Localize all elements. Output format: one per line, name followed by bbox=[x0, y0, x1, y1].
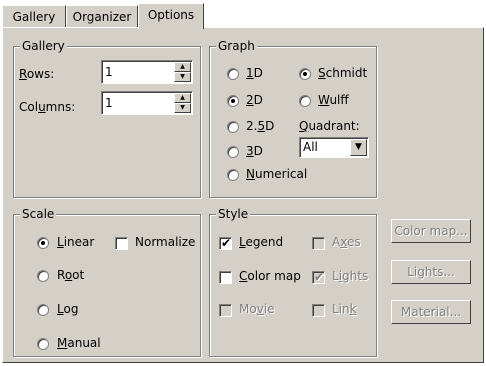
style-group-title: Style bbox=[216, 206, 251, 222]
tab-organizer[interactable]: Organizer bbox=[66, 5, 138, 27]
scale-manual-radio[interactable] bbox=[37, 338, 49, 350]
tab-gallery-label: Gallery bbox=[12, 10, 56, 24]
rows-stepper[interactable]: 1 ▲ ▼ bbox=[101, 60, 193, 84]
movie-checkbox[interactable] bbox=[219, 304, 232, 317]
lights-label: Lights bbox=[332, 269, 369, 283]
graph-1d-label: 1D bbox=[246, 66, 263, 80]
scale-linear-radio[interactable] bbox=[37, 237, 49, 249]
quadrant-label: Quadrant: bbox=[299, 119, 360, 133]
graph-numerical-radio[interactable] bbox=[227, 169, 239, 181]
legend-checkbox[interactable]: ✔ bbox=[219, 236, 232, 250]
graph-wulff-label: Wulff bbox=[318, 93, 349, 107]
columns-value: 1 bbox=[105, 96, 113, 110]
spin-down-arrow-icon[interactable]: ▼ bbox=[174, 103, 191, 113]
columns-stepper[interactable]: 1 ▲ ▼ bbox=[101, 91, 193, 115]
graph-schmidt-radio[interactable] bbox=[299, 68, 311, 80]
scale-root-label: Root bbox=[57, 268, 85, 282]
gallery-group-title: Gallery bbox=[20, 38, 67, 54]
color-map-checkbox[interactable] bbox=[219, 271, 232, 284]
checkmark-icon: ✔ bbox=[314, 270, 325, 284]
scale-manual-label: Manual bbox=[57, 336, 101, 350]
columns-label: Columns: bbox=[19, 100, 76, 114]
graph-wulff-radio[interactable] bbox=[299, 95, 311, 107]
movie-label: Movie bbox=[239, 302, 275, 316]
dropdown-arrow-icon[interactable]: ▼ bbox=[350, 139, 367, 156]
tab-gallery[interactable]: Gallery bbox=[2, 5, 66, 27]
graph-numerical-label: Numerical bbox=[246, 167, 308, 181]
rows-label: Rows: bbox=[19, 67, 55, 81]
graph-2d-radio[interactable] bbox=[227, 95, 239, 107]
graph-group-title: Graph bbox=[216, 38, 257, 54]
rows-value: 1 bbox=[105, 65, 113, 79]
graph-2d-label: 2D bbox=[246, 93, 263, 107]
rows-spin-buttons: ▲ ▼ bbox=[174, 62, 191, 82]
tab-organizer-label: Organizer bbox=[72, 10, 132, 24]
legend-label: Legend bbox=[239, 235, 284, 249]
normalize-checkbox[interactable] bbox=[115, 237, 128, 250]
checkmark-icon: ✔ bbox=[221, 236, 232, 250]
material-button[interactable]: Material... bbox=[391, 300, 471, 324]
scale-group-title: Scale bbox=[20, 206, 57, 222]
axes-checkbox[interactable] bbox=[312, 237, 325, 250]
color-map-button[interactable]: Color map... bbox=[391, 219, 471, 243]
lights-checkbox[interactable]: ✔ bbox=[312, 270, 325, 284]
tab-options-label: Options bbox=[147, 8, 195, 22]
quadrant-value: All bbox=[303, 140, 318, 154]
graph-schmidt-label: Schmidt bbox=[318, 66, 368, 80]
graph-3d-label: 3D bbox=[246, 144, 263, 158]
graph-3d-radio[interactable] bbox=[227, 146, 239, 158]
normalize-label: Normalize bbox=[135, 235, 196, 249]
scale-linear-label: Linear bbox=[57, 235, 95, 249]
tab-options[interactable]: Options bbox=[138, 3, 204, 29]
scale-log-radio[interactable] bbox=[37, 304, 49, 316]
link-checkbox[interactable] bbox=[312, 304, 325, 317]
rows-label-text: ows: bbox=[26, 67, 55, 81]
color-map-label: Color map bbox=[239, 269, 301, 283]
spin-down-arrow-icon[interactable]: ▼ bbox=[174, 72, 191, 82]
scale-root-radio[interactable] bbox=[37, 270, 49, 282]
lights-button[interactable]: Lights... bbox=[391, 260, 471, 284]
axes-label: Axes bbox=[332, 235, 361, 249]
graph-2-5d-label: 2.5D bbox=[246, 119, 275, 133]
spin-up-arrow-icon[interactable]: ▲ bbox=[174, 62, 191, 72]
spin-up-arrow-icon[interactable]: ▲ bbox=[174, 93, 191, 103]
quadrant-select[interactable]: All ▼ bbox=[299, 137, 369, 158]
link-label: Link bbox=[332, 302, 357, 316]
graph-2-5d-radio[interactable] bbox=[227, 121, 239, 133]
options-panel: Gallery Rows: 1 ▲ ▼ Columns: 1 ▲ ▼ Graph… bbox=[2, 27, 484, 363]
columns-spin-buttons: ▲ ▼ bbox=[174, 93, 191, 113]
scale-log-label: Log bbox=[57, 302, 79, 316]
graph-1d-radio[interactable] bbox=[227, 68, 239, 80]
